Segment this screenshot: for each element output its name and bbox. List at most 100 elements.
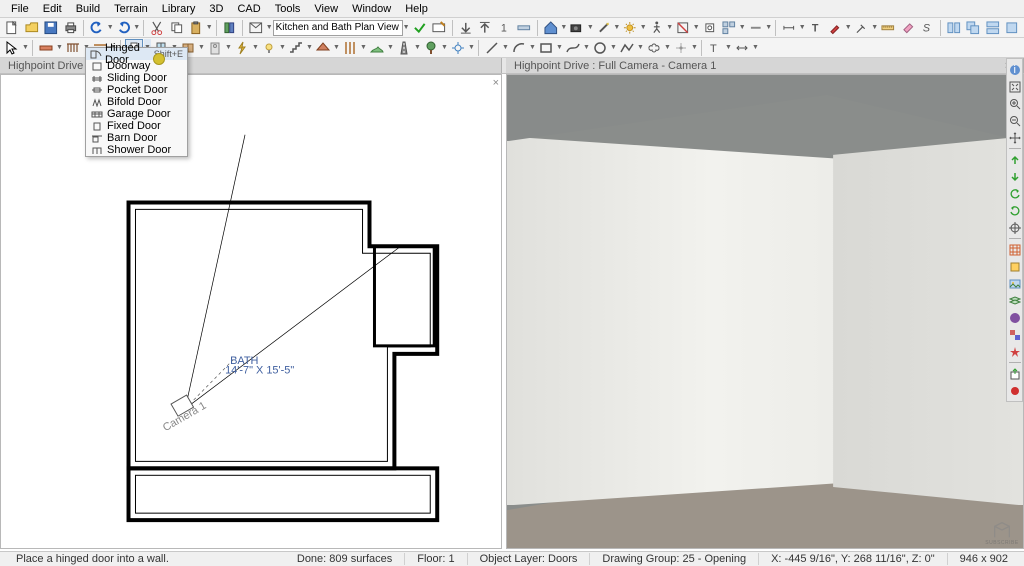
door-menu-barn-door[interactable]: Barn Door: [86, 132, 187, 144]
section-icon[interactable]: [674, 19, 692, 37]
arc-icon[interactable]: [510, 39, 528, 57]
dim-tool-dropdown[interactable]: ▼: [752, 39, 759, 57]
road-dropdown[interactable]: ▼: [414, 39, 421, 57]
menu-edit[interactable]: Edit: [36, 1, 69, 17]
revcloud-dropdown[interactable]: ▼: [664, 39, 671, 57]
door-menu-sliding-door[interactable]: Sliding Door: [86, 72, 187, 84]
terrain-icon[interactable]: [368, 39, 386, 57]
line-icon[interactable]: [483, 39, 501, 57]
framing-dropdown[interactable]: ▼: [360, 39, 367, 57]
menu-tools[interactable]: Tools: [268, 1, 308, 17]
edit-view-icon[interactable]: [430, 19, 448, 37]
view-selector-input[interactable]: [273, 20, 403, 36]
electrical-icon[interactable]: [233, 39, 251, 57]
new-file-icon[interactable]: [3, 19, 21, 37]
dimension-dropdown[interactable]: ▼: [799, 19, 806, 37]
layout-dropdown[interactable]: ▼: [739, 19, 746, 37]
move-up-icon[interactable]: [1007, 152, 1022, 167]
move-down-icon[interactable]: [1007, 169, 1022, 184]
sun-dropdown[interactable]: ▼: [640, 19, 647, 37]
menu-library[interactable]: Library: [155, 1, 203, 17]
menu-window[interactable]: Window: [345, 1, 398, 17]
door-menu-doorway[interactable]: Doorway: [86, 60, 187, 72]
crosshair-icon[interactable]: [1007, 220, 1022, 235]
env-icon[interactable]: [1007, 310, 1022, 325]
redo-dropdown[interactable]: ▼: [133, 19, 140, 37]
home-icon[interactable]: [542, 19, 560, 37]
framing-icon[interactable]: [341, 39, 359, 57]
menu-cad[interactable]: CAD: [230, 1, 267, 17]
section-dropdown[interactable]: ▼: [693, 19, 700, 37]
menu-build[interactable]: Build: [69, 1, 107, 17]
floor-down-icon[interactable]: [457, 19, 475, 37]
subscribe-logo[interactable]: SUBSCRIBE: [986, 520, 1018, 548]
close-icon[interactable]: ×: [493, 77, 499, 89]
walk-icon[interactable]: [648, 19, 666, 37]
stair-dropdown[interactable]: ▼: [306, 39, 313, 57]
camera-view-pane[interactable]: [506, 74, 1024, 549]
door-menu-fixed-door[interactable]: Fixed Door: [86, 120, 187, 132]
light-dropdown[interactable]: ▼: [279, 39, 286, 57]
view-dropdown[interactable]: ▼: [266, 19, 273, 37]
wand-icon[interactable]: [595, 19, 613, 37]
wand-dropdown[interactable]: ▼: [613, 19, 620, 37]
appliance-icon[interactable]: [206, 39, 224, 57]
sprinkler-icon[interactable]: [449, 39, 467, 57]
camera-dropdown[interactable]: ▼: [587, 19, 594, 37]
menu-terrain[interactable]: Terrain: [107, 1, 155, 17]
door-menu-shower-door[interactable]: Shower Door: [86, 144, 187, 156]
rotate-right-icon[interactable]: [1007, 203, 1022, 218]
roof-icon[interactable]: [314, 39, 332, 57]
script-icon[interactable]: S: [918, 19, 936, 37]
appliance-dropdown[interactable]: ▼: [225, 39, 232, 57]
view-selector-dropdown[interactable]: ▼: [403, 19, 410, 37]
box-dropdown[interactable]: ▼: [556, 39, 563, 57]
grid-icon[interactable]: [1007, 242, 1022, 257]
window-single-icon[interactable]: [1003, 19, 1021, 37]
text-icon[interactable]: T: [807, 19, 825, 37]
library-icon[interactable]: [221, 19, 239, 37]
electrical-dropdown[interactable]: ▼: [252, 39, 259, 57]
plan-view-pane[interactable]: Camera 1 BATH 14'-7" X 15'-5" ×: [0, 74, 502, 549]
floor-plan-canvas[interactable]: Camera 1 BATH 14'-7" X 15'-5": [1, 75, 501, 548]
window-swap-icon[interactable]: [984, 19, 1002, 37]
copy-icon[interactable]: [168, 19, 186, 37]
window-tile-icon[interactable]: [945, 19, 963, 37]
export-icon[interactable]: [1007, 366, 1022, 381]
dim-tool-icon[interactable]: [733, 39, 751, 57]
cabinet-dropdown[interactable]: ▼: [198, 39, 205, 57]
wall-icon[interactable]: [37, 39, 55, 57]
menu-view[interactable]: View: [307, 1, 345, 17]
revcloud-icon[interactable]: [645, 39, 663, 57]
window-cascade-icon[interactable]: [964, 19, 982, 37]
redo-icon[interactable]: [115, 19, 133, 37]
spline-icon[interactable]: [564, 39, 582, 57]
record-icon[interactable]: [1007, 383, 1022, 398]
plate-dropdown[interactable]: ▼: [765, 19, 772, 37]
light-icon[interactable]: [260, 39, 278, 57]
wall-dropdown[interactable]: ▼: [56, 39, 63, 57]
pan-icon[interactable]: [1007, 130, 1022, 145]
undo-icon[interactable]: [88, 19, 106, 37]
print-icon[interactable]: [62, 19, 80, 37]
menu-file[interactable]: File: [4, 1, 36, 17]
plant-dropdown[interactable]: ▼: [441, 39, 448, 57]
roof-dropdown[interactable]: ▼: [333, 39, 340, 57]
snap-icon[interactable]: [1007, 259, 1022, 274]
circle-icon[interactable]: [591, 39, 609, 57]
tab-camera-view[interactable]: Highpoint Drive : Full Camera - Camera 1…: [506, 58, 1024, 73]
select-icon[interactable]: [3, 39, 21, 57]
material-icon[interactable]: [1007, 327, 1022, 342]
stair-icon[interactable]: [287, 39, 305, 57]
walk-dropdown[interactable]: ▼: [666, 19, 673, 37]
zoom-out-icon[interactable]: [1007, 113, 1022, 128]
sun-icon[interactable]: [621, 19, 639, 37]
spline-dropdown[interactable]: ▼: [583, 39, 590, 57]
paste-dropdown[interactable]: ▼: [206, 19, 213, 37]
door-menu-bifold-door[interactable]: Bifold Door: [86, 96, 187, 108]
home-dropdown[interactable]: ▼: [560, 19, 567, 37]
text-tool-icon[interactable]: T: [706, 39, 724, 57]
terrain-dropdown[interactable]: ▼: [387, 39, 394, 57]
cut-icon[interactable]: [148, 19, 166, 37]
arc-dropdown[interactable]: ▼: [529, 39, 536, 57]
